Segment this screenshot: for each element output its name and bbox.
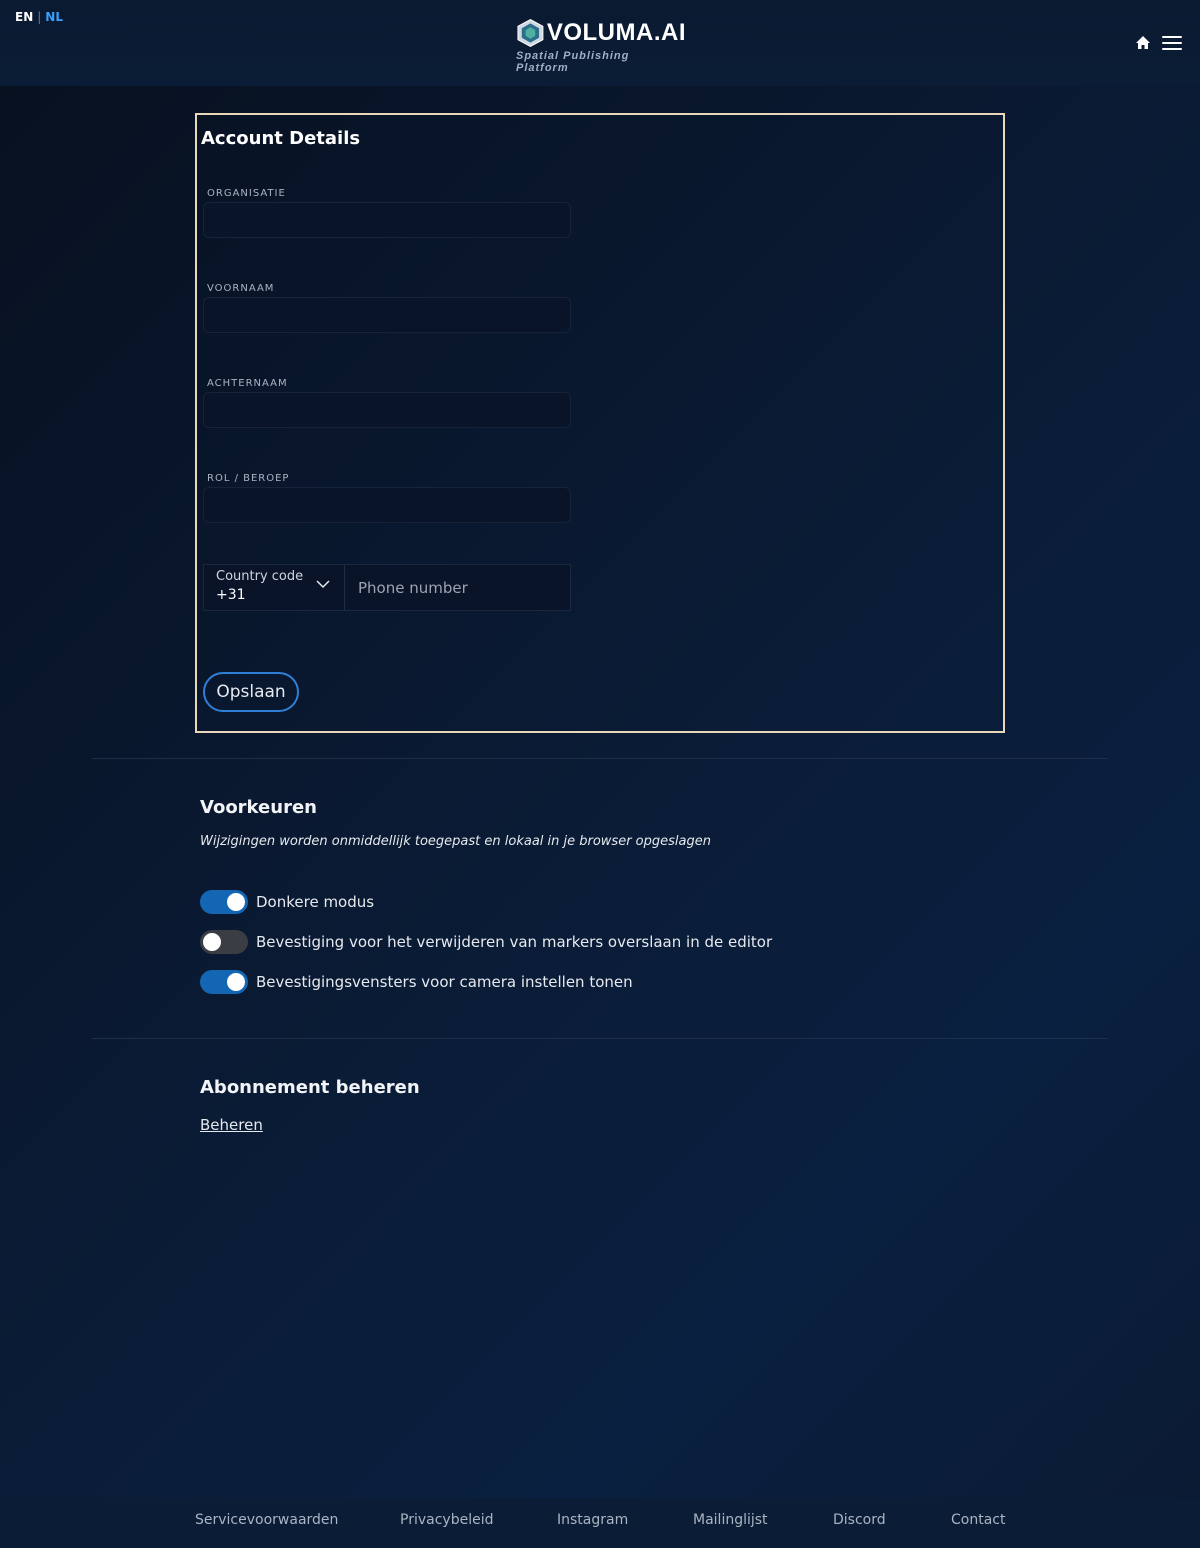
country-code-value: +31: [216, 587, 246, 603]
voornaam-label: VOORNAAM: [207, 283, 275, 294]
skip-marker-confirm-label: Bevestiging voor het verwijderen van mar…: [256, 933, 773, 951]
footer-link-discord[interactable]: Discord: [833, 1512, 886, 1528]
toggle-row-skip-marker-confirm: Bevestiging voor het verwijderen van mar…: [200, 930, 772, 954]
voornaam-input[interactable]: [203, 297, 571, 333]
phone-number-input[interactable]: Phone number: [345, 565, 570, 610]
lang-en-link[interactable]: EN: [15, 10, 33, 24]
divider: [92, 1038, 1108, 1039]
preferences-subtitle: Wijzigingen worden onmiddellijk toegepas…: [200, 834, 711, 849]
account-details-title: Account Details: [201, 128, 361, 149]
account-details-card: Account Details ORGANISATIE VOORNAAM ACH…: [195, 113, 1005, 733]
skip-marker-confirm-toggle[interactable]: [200, 930, 248, 954]
footer-link-privacy[interactable]: Privacybeleid: [400, 1512, 493, 1528]
achternaam-input[interactable]: [203, 392, 571, 428]
camera-confirm-toggle[interactable]: [200, 970, 248, 994]
toggle-row-dark-mode: Donkere modus: [200, 890, 374, 914]
logo-text: VOLUMA.AI: [546, 19, 686, 46]
lang-nl-link[interactable]: NL: [45, 10, 63, 24]
phone-field: Country code +31 Phone number: [203, 564, 571, 611]
footer: Servicevoorwaarden Privacybeleid Instagr…: [0, 1498, 1200, 1548]
top-bar: EN | NL VOLUMA.AI Spatial Publishing Platf…: [0, 0, 1200, 86]
logo-tagline: Spatial Publishing Platform: [516, 50, 630, 74]
footer-link-mailinglist[interactable]: Mailinglijst: [693, 1512, 768, 1528]
hamburger-menu-icon[interactable]: [1162, 36, 1182, 52]
country-code-select[interactable]: Country code +31: [204, 565, 345, 610]
organisatie-input[interactable]: [203, 202, 571, 238]
subscription-title: Abonnement beheren: [200, 1077, 420, 1098]
footer-link-instagram[interactable]: Instagram: [557, 1512, 628, 1528]
home-icon[interactable]: [1135, 35, 1151, 51]
rol-beroep-input[interactable]: [203, 487, 571, 523]
toggle-row-camera-confirm: Bevestigingsvensters voor camera instell…: [200, 970, 633, 994]
save-button[interactable]: Opslaan: [203, 672, 299, 712]
organisatie-label: ORGANISATIE: [207, 188, 286, 199]
chevron-down-icon: [316, 580, 330, 589]
dark-mode-label: Donkere modus: [256, 893, 375, 911]
achternaam-label: ACHTERNAAM: [207, 378, 288, 389]
rol-beroep-label: ROL / BEROEP: [207, 473, 290, 484]
footer-link-terms[interactable]: Servicevoorwaarden: [195, 1512, 338, 1528]
dark-mode-toggle[interactable]: [200, 890, 248, 914]
lang-separator: |: [37, 10, 42, 24]
language-switcher: EN | NL: [15, 10, 63, 24]
camera-confirm-label: Bevestigingsvensters voor camera instell…: [256, 973, 633, 991]
voluma-logo-icon: [517, 19, 544, 47]
footer-link-contact[interactable]: Contact: [951, 1512, 1005, 1528]
logo[interactable]: VOLUMA.AI Spatial Publishing Platform: [516, 18, 686, 74]
preferences-title: Voorkeuren: [200, 797, 317, 818]
manage-subscription-link[interactable]: Beheren: [200, 1116, 263, 1134]
divider: [92, 758, 1108, 759]
country-code-label: Country code: [216, 569, 304, 584]
